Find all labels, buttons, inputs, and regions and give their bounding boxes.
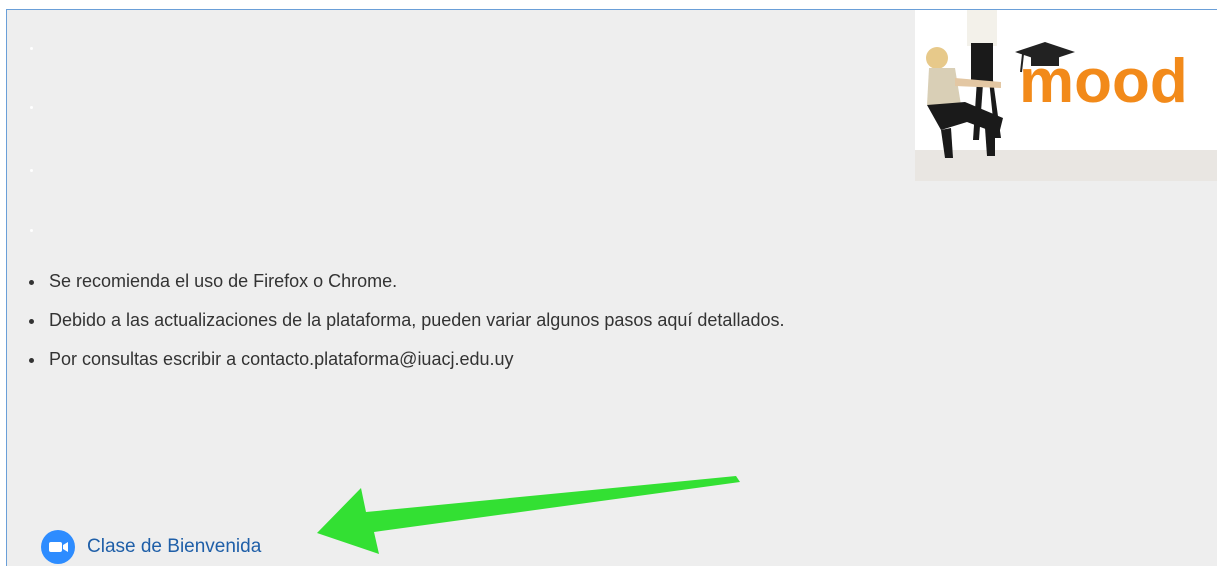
activity-label[interactable]: Clase de Bienvenida <box>87 536 261 558</box>
note-item: Debido a las actualizaciones de la plata… <box>29 309 784 331</box>
banner-illustration: mood <box>915 10 1217 181</box>
moodle-logo-text: mood <box>1019 47 1188 116</box>
course-section-panel: mood Se recomienda el uso de Firefox o C… <box>6 9 1217 566</box>
note-item: Se recomienda el uso de Firefox o Chrome… <box>29 270 784 292</box>
zoom-activity-link[interactable]: Clase de Bienvenida <box>41 530 261 564</box>
green-arrow-icon <box>302 468 752 566</box>
zoom-video-icon <box>41 530 75 564</box>
moodle-banner-image: mood <box>915 10 1217 181</box>
empty-list-marker <box>30 229 33 232</box>
empty-list-marker <box>30 106 33 109</box>
notes-list: Se recomienda el uso de Firefox o Chrome… <box>29 270 784 387</box>
empty-list-marker <box>30 47 33 50</box>
empty-list-marker <box>30 169 33 172</box>
note-item: Por consultas escribir a contacto.plataf… <box>29 348 784 370</box>
